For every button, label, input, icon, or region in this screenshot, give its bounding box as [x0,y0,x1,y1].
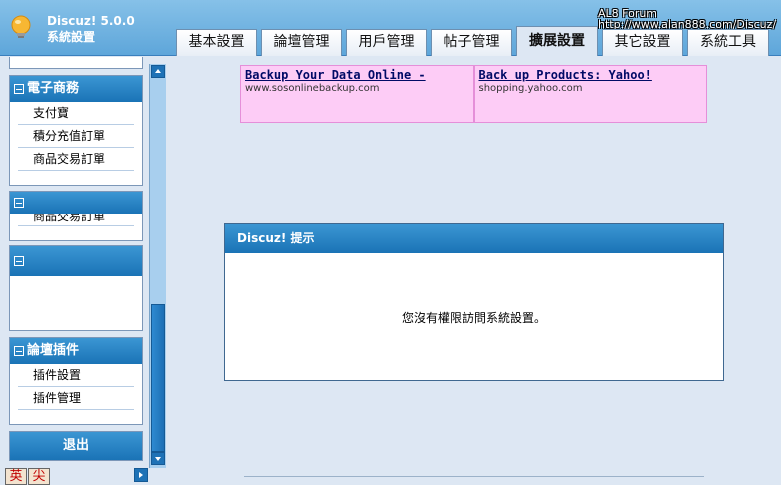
brand-subtitle: 系統設置 [47,30,96,44]
panel-header-ecommerce[interactable]: 電子商務 [10,76,142,102]
ad-title-link[interactable]: Back up Products: Yahoo! [479,68,703,82]
ad-url: shopping.yahoo.com [478,83,583,94]
brand-version: Discuz! 5.0.0 [47,14,135,28]
scrollbar-thumb[interactable] [151,304,165,452]
sidebar-item-plugin-management[interactable]: 插件管理 [18,387,134,410]
sidebar-panel-ecommerce: 電子商務 支付寶 積分充值訂單 商品交易訂單 [9,75,143,186]
sidebar-item-partial[interactable]: 商品交易訂單 [18,214,134,226]
panel-header-plugins[interactable]: 論壇插件 [10,338,142,364]
sidebar-panel-collapsed-2 [9,245,143,331]
scroll-right-button[interactable] [134,468,148,482]
scroll-up-button[interactable] [151,65,165,78]
ad-url: www.sosonlinebackup.com [245,83,380,94]
sidebar-item-plugin-settings[interactable]: 插件設置 [18,364,134,387]
panel-header-collapsed-1[interactable] [10,192,142,214]
panel-title: 電子商務 [27,81,80,96]
collapse-icon[interactable] [14,84,24,94]
collapse-icon[interactable] [14,256,24,266]
notice-message: 您沒有權限訪問系統設置。 [401,311,546,325]
ad-item[interactable]: Back up Products: Yahoo! shopping.yahoo.… [473,65,707,123]
sidebar-scrollbar[interactable] [149,64,166,468]
divider [244,476,704,477]
sidebar: 電子商務 支付寶 積分充值訂單 商品交易訂單 商品交易訂單 論壇插件 插件設置 … [0,57,148,485]
admin-header: Discuz! 5.0.0 系統設置 AL8 Forum http://www.… [0,0,781,56]
ad-banner: Backup Your Data Online - www.sosonlineb… [240,65,707,123]
panel-title: 論壇插件 [27,343,80,358]
sidebar-panel-previous [9,57,143,69]
notice-title: Discuz! 提示 [225,224,723,253]
arrow-up-icon [155,69,161,73]
ad-item[interactable]: Backup Your Data Online - www.sosonlineb… [240,65,474,123]
collapse-icon[interactable] [14,198,24,208]
arrow-right-icon [139,472,143,478]
lang-button-english[interactable]: 英 [5,468,27,485]
tab-basic-settings[interactable]: 基本設置 [176,29,257,56]
collapse-icon[interactable] [14,346,24,356]
scroll-down-button[interactable] [151,452,165,465]
tab-system-tools[interactable]: 系統工具 [687,29,769,56]
notice-box: Discuz! 提示 您沒有權限訪問系統設置。 [224,223,724,381]
sidebar-item-alipay[interactable]: 支付寶 [18,102,134,125]
language-switcher: 英尖 [5,468,51,485]
tab-forum-management[interactable]: 論壇管理 [261,29,342,56]
lightbulb-logo-icon [11,15,31,38]
tab-other-settings[interactable]: 其它設置 [602,29,683,56]
tab-user-management[interactable]: 用戶管理 [346,29,427,56]
panel-header-collapsed-2[interactable] [10,246,142,276]
sidebar-item-trade-orders[interactable]: 商品交易訂單 [18,148,134,171]
lang-button-simplified[interactable]: 尖 [28,468,50,485]
tab-post-management[interactable]: 帖子管理 [431,29,512,56]
tab-extended-settings[interactable]: 擴展設置 [516,26,598,56]
arrow-down-icon [155,457,161,461]
sidebar-panel-plugins: 論壇插件 插件設置 插件管理 [9,337,143,425]
logout-button[interactable]: 退出 [9,431,143,461]
sidebar-item-credit-orders[interactable]: 積分充值訂單 [18,125,134,148]
sidebar-panel-collapsed-1: 商品交易訂單 [9,191,143,241]
ad-title-link[interactable]: Backup Your Data Online - [245,68,469,82]
